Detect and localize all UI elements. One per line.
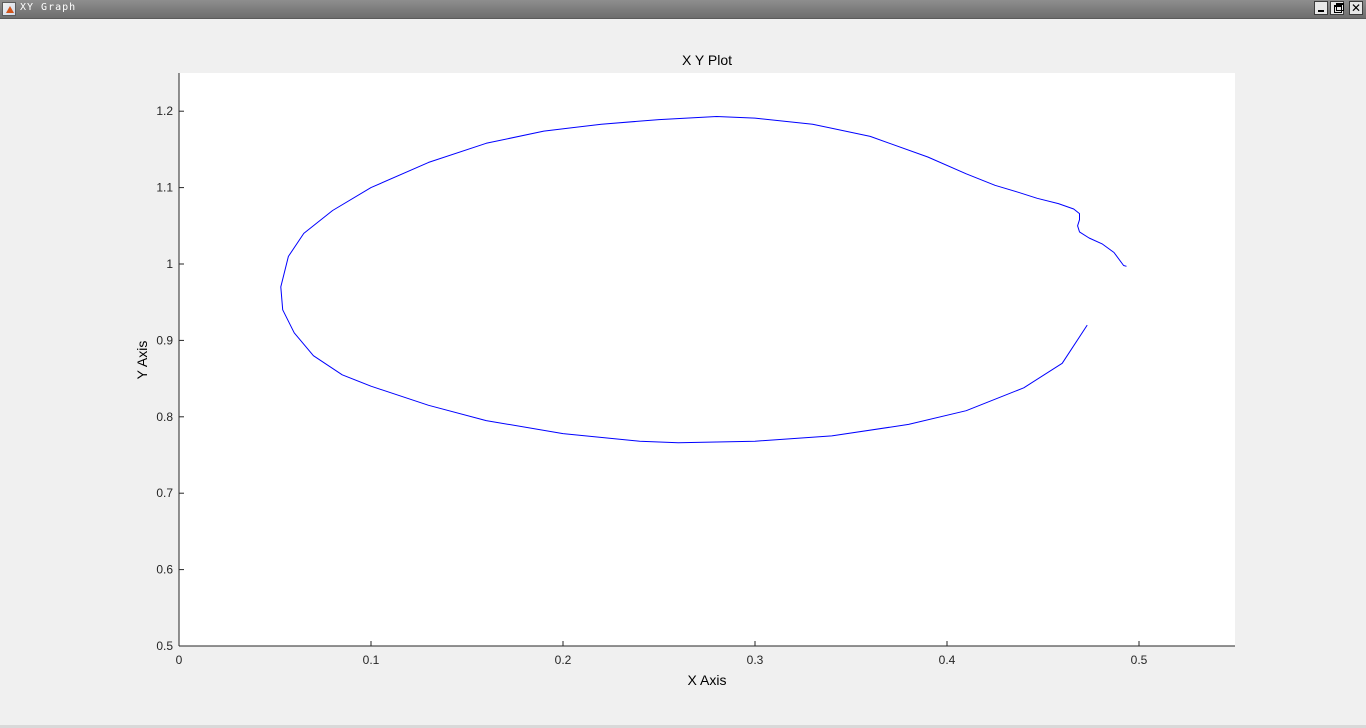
x-tick-label: 0.3 — [747, 653, 764, 667]
x-axis-label: X Axis — [688, 672, 727, 688]
window-titlebar: XY Graph ✕ — [0, 0, 1366, 19]
restore-button[interactable] — [1330, 1, 1344, 15]
matlab-app-icon[interactable] — [2, 2, 16, 16]
y-tick-label: 0.8 — [156, 410, 173, 424]
y-tick-label: 0.5 — [156, 639, 173, 653]
y-tick-label: 0.6 — [156, 563, 173, 577]
y-tick-label: 1.1 — [156, 181, 173, 195]
x-tick-label: 0.5 — [1131, 653, 1148, 667]
x-tick-label: 0.2 — [555, 653, 572, 667]
y-tick-label: 1 — [166, 257, 173, 271]
y-axis-label: Y Axis — [134, 341, 150, 380]
x-tick-label: 0.1 — [363, 653, 380, 667]
x-tick-label: 0.4 — [939, 653, 956, 667]
restore-icon-front — [1334, 5, 1342, 13]
close-icon: ✕ — [1350, 1, 1362, 15]
close-button[interactable]: ✕ — [1349, 1, 1363, 15]
window-title: XY Graph — [20, 2, 77, 13]
x-tick-label: 0 — [176, 653, 183, 667]
y-tick-label: 0.7 — [156, 486, 173, 500]
axes-background[interactable] — [179, 73, 1235, 646]
figure-area: X Y Plot X Axis Y Axis 0 0.1 0.2 0.3 0.4 0.5 … — [0, 19, 1366, 725]
minimize-button[interactable] — [1314, 1, 1328, 15]
xy-chart: X Y Plot X Axis Y Axis 0 0.1 0.2 0.3 0.4 0.5 … — [134, 52, 1235, 688]
y-tick-label: 1.2 — [156, 104, 173, 118]
minimize-icon — [1318, 10, 1324, 12]
chart-title: X Y Plot — [682, 52, 732, 68]
y-tick-label: 0.9 — [156, 333, 173, 347]
